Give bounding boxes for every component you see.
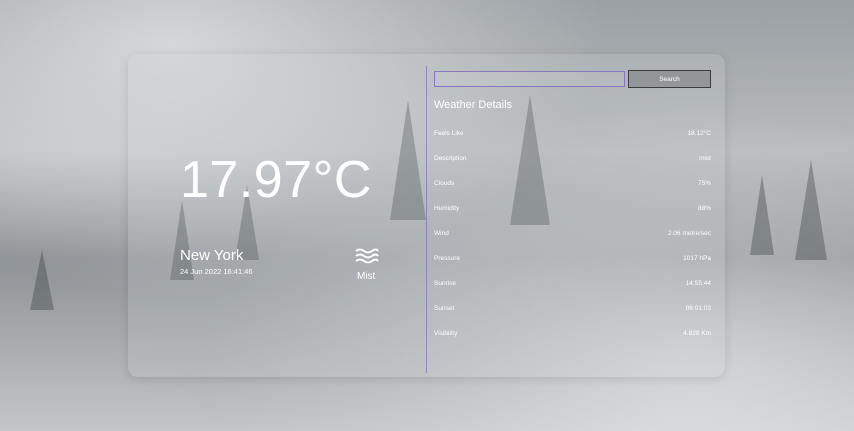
detail-value: 2.06 metre/sec — [668, 230, 711, 237]
detail-label: Clouds — [434, 180, 455, 187]
details-panel: Search Weather Details Feels Like 18.12°… — [434, 54, 714, 377]
detail-label: Feels Like — [434, 130, 464, 137]
detail-row-pressure: Pressure 1017 hPa — [434, 255, 711, 267]
panel-divider — [426, 66, 427, 373]
detail-label: Pressure — [434, 255, 461, 262]
detail-row-description: Description mist — [434, 155, 711, 167]
detail-label: Description — [434, 155, 467, 162]
detail-row-feels-like: Feels Like 18.12°C — [434, 130, 711, 142]
detail-label: Humidity — [434, 205, 460, 212]
detail-row-clouds: Clouds 75% — [434, 180, 711, 192]
detail-label: Wind — [434, 230, 449, 237]
city-name: New York — [180, 247, 244, 264]
current-weather-panel: 17.97°C New York 24 Jun 2022 16:41:46 Mi… — [128, 54, 426, 377]
detail-row-sunrise: Sunrise 14:55:44 — [434, 280, 711, 292]
detail-row-sunset: Sunset 06:01:03 — [434, 305, 711, 317]
detail-label: Visibility — [434, 330, 458, 337]
detail-row-wind: Wind 2.06 metre/sec — [434, 230, 711, 242]
detail-row-humidity: Humidity 88% — [434, 205, 711, 217]
mist-icon — [355, 248, 379, 264]
detail-value: 06:01:03 — [685, 305, 711, 312]
detail-value: 88% — [697, 205, 711, 212]
condition-label: Mist — [357, 271, 376, 282]
detail-value: 75% — [697, 180, 711, 187]
temperature-display: 17.97°C — [180, 151, 372, 209]
search-input[interactable] — [434, 71, 625, 87]
detail-value: 18.12°C — [687, 130, 711, 137]
detail-value: 14:55:44 — [685, 280, 711, 287]
detail-label: Sunrise — [434, 280, 457, 287]
weather-card: 17.97°C New York 24 Jun 2022 16:41:46 Mi… — [128, 54, 725, 377]
tree-silhouette — [30, 250, 54, 310]
date-time: 24 Jun 2022 16:41:46 — [180, 267, 253, 276]
detail-value: 4.828 Km — [683, 330, 711, 337]
detail-value: 1017 hPa — [683, 255, 711, 262]
search-button[interactable]: Search — [628, 70, 711, 88]
detail-value: mist — [699, 155, 711, 162]
tree-silhouette — [750, 175, 774, 255]
details-title: Weather Details — [434, 99, 513, 111]
detail-label: Sunset — [434, 305, 455, 312]
detail-row-visibility: Visibility 4.828 Km — [434, 330, 711, 342]
tree-silhouette — [795, 160, 827, 260]
